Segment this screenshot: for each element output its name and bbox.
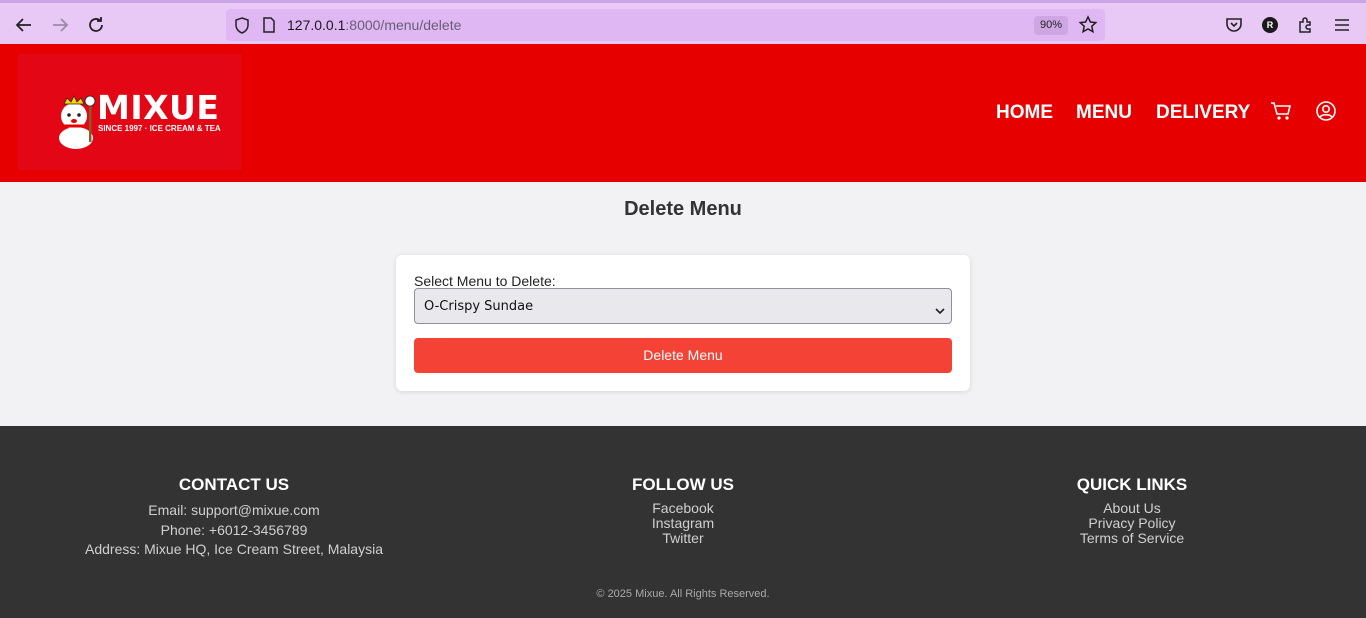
- delete-menu-form: Select Menu to Delete: O-Crispy Sundae D…: [396, 255, 970, 391]
- link-instagram[interactable]: Instagram: [583, 516, 783, 531]
- nav-menu[interactable]: MENU: [1076, 102, 1132, 124]
- back-icon[interactable]: [13, 14, 35, 36]
- link-privacy-policy[interactable]: Privacy Policy: [1032, 516, 1232, 531]
- menu-select-value: O-Crispy Sundae: [424, 299, 534, 314]
- brand-tagline: SINCE 1997 · ICE CREAM & TEA: [98, 124, 221, 133]
- footer-contact: CONTACT US Email: support@mixue.com Phon…: [84, 475, 384, 560]
- cart-icon[interactable]: [1270, 100, 1292, 127]
- profile-avatar[interactable]: R: [1259, 14, 1281, 36]
- forward-icon[interactable]: [49, 14, 71, 36]
- delete-menu-button[interactable]: Delete Menu: [414, 338, 952, 373]
- shield-icon[interactable]: [234, 17, 250, 39]
- reload-icon[interactable]: [85, 14, 107, 36]
- address-bar[interactable]: 127.0.0.1:8000/menu/delete 90%: [226, 9, 1105, 41]
- footer-heading-quick: QUICK LINKS: [1076, 475, 1188, 494]
- footer-follow: FOLLOW US Facebook Instagram Twitter: [583, 475, 783, 546]
- brand-name: MIXUE: [97, 88, 220, 127]
- url-text[interactable]: 127.0.0.1:8000/menu/delete: [287, 17, 461, 33]
- nav-delivery[interactable]: DELIVERY: [1156, 102, 1250, 124]
- page-info-icon[interactable]: [262, 17, 276, 38]
- page-title: Delete Menu: [624, 198, 742, 220]
- site-header: MIXUE SINCE 1997 · ICE CREAM & TEA HOME …: [0, 44, 1366, 182]
- select-label: Select Menu to Delete:: [414, 273, 556, 289]
- contact-phone: Phone: +6012-3456789: [160, 521, 308, 538]
- brand-logo[interactable]: MIXUE SINCE 1997 · ICE CREAM & TEA: [18, 54, 242, 170]
- user-icon[interactable]: [1315, 100, 1337, 127]
- url-path: :8000/menu/delete: [345, 17, 462, 33]
- link-twitter[interactable]: Twitter: [583, 531, 783, 546]
- main-content: Delete Menu Select Menu to Delete: O-Cri…: [0, 182, 1366, 426]
- extensions-icon[interactable]: [1295, 14, 1317, 36]
- footer-heading-contact: CONTACT US: [178, 475, 290, 494]
- site-footer: CONTACT US Email: support@mixue.com Phon…: [0, 426, 1366, 618]
- link-terms-of-service[interactable]: Terms of Service: [1032, 531, 1232, 546]
- zoom-badge[interactable]: 90%: [1034, 16, 1068, 35]
- browser-toolbar: 127.0.0.1:8000/menu/delete 90% R: [0, 0, 1366, 44]
- menu-hamburger-icon[interactable]: [1331, 14, 1353, 36]
- contact-email: Email: support@mixue.com: [148, 502, 320, 518]
- profile-initial: R: [1262, 17, 1278, 33]
- link-about-us[interactable]: About Us: [1032, 501, 1232, 516]
- contact-address: Address: Mixue HQ, Ice Cream Street, Mal…: [85, 541, 383, 557]
- copyright: © 2025 Mixue. All Rights Reserved.: [596, 588, 770, 600]
- menu-select[interactable]: O-Crispy Sundae: [414, 288, 952, 324]
- chevron-down-icon: [935, 302, 945, 320]
- pocket-icon[interactable]: [1223, 14, 1245, 36]
- link-facebook[interactable]: Facebook: [583, 501, 783, 516]
- footer-heading-follow: FOLLOW US: [632, 475, 734, 494]
- bookmark-star-icon[interactable]: [1078, 15, 1098, 40]
- nav-home[interactable]: HOME: [996, 102, 1053, 124]
- url-host: 127.0.0.1: [287, 17, 346, 33]
- footer-quick-links: QUICK LINKS About Us Privacy Policy Term…: [1032, 475, 1232, 546]
